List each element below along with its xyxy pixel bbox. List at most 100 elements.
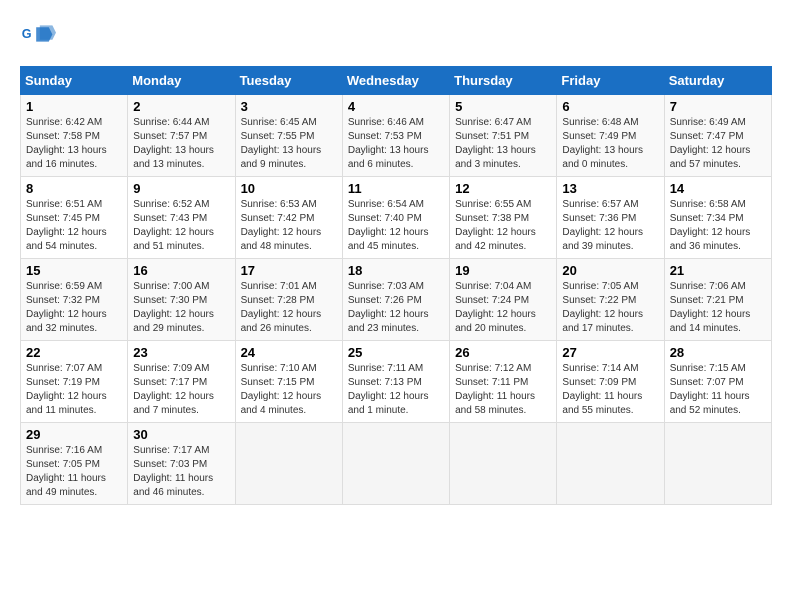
calendar-week-4: 22 Sunrise: 7:07 AM Sunset: 7:19 PM Dayl… xyxy=(21,341,772,423)
day-info: Sunrise: 7:09 AM Sunset: 7:17 PM Dayligh… xyxy=(133,362,229,418)
day-info: Sunrise: 6:54 AM Sunset: 7:40 PM Dayligh… xyxy=(348,198,444,254)
day-number: 14 xyxy=(670,181,766,196)
calendar-cell: 5 Sunrise: 6:47 AM Sunset: 7:51 PM Dayli… xyxy=(450,95,557,177)
day-number: 18 xyxy=(348,263,444,278)
day-info: Sunrise: 7:03 AM Sunset: 7:26 PM Dayligh… xyxy=(348,280,444,336)
calendar-cell: 20 Sunrise: 7:05 AM Sunset: 7:22 PM Dayl… xyxy=(557,259,664,341)
day-info: Sunrise: 6:47 AM Sunset: 7:51 PM Dayligh… xyxy=(455,116,551,172)
calendar-cell: 1 Sunrise: 6:42 AM Sunset: 7:58 PM Dayli… xyxy=(21,95,128,177)
weekday-header-monday: Monday xyxy=(128,67,235,95)
day-number: 20 xyxy=(562,263,658,278)
day-number: 15 xyxy=(26,263,122,278)
calendar-table: SundayMondayTuesdayWednesdayThursdayFrid… xyxy=(20,66,772,505)
calendar-cell: 7 Sunrise: 6:49 AM Sunset: 7:47 PM Dayli… xyxy=(664,95,771,177)
day-info: Sunrise: 6:53 AM Sunset: 7:42 PM Dayligh… xyxy=(241,198,337,254)
day-info: Sunrise: 7:00 AM Sunset: 7:30 PM Dayligh… xyxy=(133,280,229,336)
calendar-cell: 27 Sunrise: 7:14 AM Sunset: 7:09 PM Dayl… xyxy=(557,341,664,423)
day-info: Sunrise: 7:12 AM Sunset: 7:11 PM Dayligh… xyxy=(455,362,551,418)
day-info: Sunrise: 6:44 AM Sunset: 7:57 PM Dayligh… xyxy=(133,116,229,172)
day-info: Sunrise: 6:51 AM Sunset: 7:45 PM Dayligh… xyxy=(26,198,122,254)
day-info: Sunrise: 7:10 AM Sunset: 7:15 PM Dayligh… xyxy=(241,362,337,418)
day-number: 4 xyxy=(348,99,444,114)
calendar-cell: 15 Sunrise: 6:59 AM Sunset: 7:32 PM Dayl… xyxy=(21,259,128,341)
weekday-header-wednesday: Wednesday xyxy=(342,67,449,95)
day-info: Sunrise: 7:17 AM Sunset: 7:03 PM Dayligh… xyxy=(133,444,229,500)
calendar-cell xyxy=(450,423,557,505)
calendar-cell xyxy=(557,423,664,505)
calendar-cell: 25 Sunrise: 7:11 AM Sunset: 7:13 PM Dayl… xyxy=(342,341,449,423)
calendar-cell xyxy=(342,423,449,505)
day-info: Sunrise: 7:04 AM Sunset: 7:24 PM Dayligh… xyxy=(455,280,551,336)
day-number: 27 xyxy=(562,345,658,360)
calendar-cell: 13 Sunrise: 6:57 AM Sunset: 7:36 PM Dayl… xyxy=(557,177,664,259)
calendar-cell: 23 Sunrise: 7:09 AM Sunset: 7:17 PM Dayl… xyxy=(128,341,235,423)
day-number: 8 xyxy=(26,181,122,196)
day-info: Sunrise: 6:42 AM Sunset: 7:58 PM Dayligh… xyxy=(26,116,122,172)
weekday-header-friday: Friday xyxy=(557,67,664,95)
day-info: Sunrise: 7:06 AM Sunset: 7:21 PM Dayligh… xyxy=(670,280,766,336)
day-info: Sunrise: 6:52 AM Sunset: 7:43 PM Dayligh… xyxy=(133,198,229,254)
calendar-cell: 17 Sunrise: 7:01 AM Sunset: 7:28 PM Dayl… xyxy=(235,259,342,341)
calendar-cell: 29 Sunrise: 7:16 AM Sunset: 7:05 PM Dayl… xyxy=(21,423,128,505)
calendar-cell: 18 Sunrise: 7:03 AM Sunset: 7:26 PM Dayl… xyxy=(342,259,449,341)
calendar-week-3: 15 Sunrise: 6:59 AM Sunset: 7:32 PM Dayl… xyxy=(21,259,772,341)
day-number: 11 xyxy=(348,181,444,196)
day-info: Sunrise: 6:46 AM Sunset: 7:53 PM Dayligh… xyxy=(348,116,444,172)
logo-icon: G xyxy=(20,20,56,56)
day-info: Sunrise: 6:45 AM Sunset: 7:55 PM Dayligh… xyxy=(241,116,337,172)
weekday-header-saturday: Saturday xyxy=(664,67,771,95)
day-number: 25 xyxy=(348,345,444,360)
day-number: 13 xyxy=(562,181,658,196)
calendar-cell: 8 Sunrise: 6:51 AM Sunset: 7:45 PM Dayli… xyxy=(21,177,128,259)
day-info: Sunrise: 7:16 AM Sunset: 7:05 PM Dayligh… xyxy=(26,444,122,500)
weekday-header-thursday: Thursday xyxy=(450,67,557,95)
calendar-cell: 28 Sunrise: 7:15 AM Sunset: 7:07 PM Dayl… xyxy=(664,341,771,423)
calendar-cell: 21 Sunrise: 7:06 AM Sunset: 7:21 PM Dayl… xyxy=(664,259,771,341)
day-info: Sunrise: 6:57 AM Sunset: 7:36 PM Dayligh… xyxy=(562,198,658,254)
day-number: 22 xyxy=(26,345,122,360)
day-number: 3 xyxy=(241,99,337,114)
calendar-cell: 26 Sunrise: 7:12 AM Sunset: 7:11 PM Dayl… xyxy=(450,341,557,423)
calendar-cell xyxy=(664,423,771,505)
day-number: 5 xyxy=(455,99,551,114)
calendar-cell: 22 Sunrise: 7:07 AM Sunset: 7:19 PM Dayl… xyxy=(21,341,128,423)
day-number: 23 xyxy=(133,345,229,360)
day-info: Sunrise: 6:55 AM Sunset: 7:38 PM Dayligh… xyxy=(455,198,551,254)
calendar-cell: 16 Sunrise: 7:00 AM Sunset: 7:30 PM Dayl… xyxy=(128,259,235,341)
day-number: 30 xyxy=(133,427,229,442)
weekday-header-sunday: Sunday xyxy=(21,67,128,95)
day-info: Sunrise: 7:05 AM Sunset: 7:22 PM Dayligh… xyxy=(562,280,658,336)
day-info: Sunrise: 7:07 AM Sunset: 7:19 PM Dayligh… xyxy=(26,362,122,418)
day-number: 6 xyxy=(562,99,658,114)
day-number: 12 xyxy=(455,181,551,196)
calendar-week-1: 1 Sunrise: 6:42 AM Sunset: 7:58 PM Dayli… xyxy=(21,95,772,177)
weekday-header-tuesday: Tuesday xyxy=(235,67,342,95)
day-info: Sunrise: 6:48 AM Sunset: 7:49 PM Dayligh… xyxy=(562,116,658,172)
calendar-cell: 11 Sunrise: 6:54 AM Sunset: 7:40 PM Dayl… xyxy=(342,177,449,259)
day-info: Sunrise: 7:01 AM Sunset: 7:28 PM Dayligh… xyxy=(241,280,337,336)
day-number: 2 xyxy=(133,99,229,114)
day-number: 19 xyxy=(455,263,551,278)
day-number: 1 xyxy=(26,99,122,114)
calendar-cell: 10 Sunrise: 6:53 AM Sunset: 7:42 PM Dayl… xyxy=(235,177,342,259)
day-number: 29 xyxy=(26,427,122,442)
calendar-cell: 6 Sunrise: 6:48 AM Sunset: 7:49 PM Dayli… xyxy=(557,95,664,177)
calendar-cell: 4 Sunrise: 6:46 AM Sunset: 7:53 PM Dayli… xyxy=(342,95,449,177)
day-number: 28 xyxy=(670,345,766,360)
day-info: Sunrise: 6:49 AM Sunset: 7:47 PM Dayligh… xyxy=(670,116,766,172)
day-number: 16 xyxy=(133,263,229,278)
calendar-cell xyxy=(235,423,342,505)
day-info: Sunrise: 6:59 AM Sunset: 7:32 PM Dayligh… xyxy=(26,280,122,336)
calendar-week-5: 29 Sunrise: 7:16 AM Sunset: 7:05 PM Dayl… xyxy=(21,423,772,505)
calendar-cell: 2 Sunrise: 6:44 AM Sunset: 7:57 PM Dayli… xyxy=(128,95,235,177)
day-number: 9 xyxy=(133,181,229,196)
day-info: Sunrise: 7:15 AM Sunset: 7:07 PM Dayligh… xyxy=(670,362,766,418)
day-number: 21 xyxy=(670,263,766,278)
day-info: Sunrise: 6:58 AM Sunset: 7:34 PM Dayligh… xyxy=(670,198,766,254)
day-number: 17 xyxy=(241,263,337,278)
calendar-cell: 12 Sunrise: 6:55 AM Sunset: 7:38 PM Dayl… xyxy=(450,177,557,259)
header: G xyxy=(20,20,772,56)
calendar-cell: 24 Sunrise: 7:10 AM Sunset: 7:15 PM Dayl… xyxy=(235,341,342,423)
weekday-header-row: SundayMondayTuesdayWednesdayThursdayFrid… xyxy=(21,67,772,95)
day-number: 26 xyxy=(455,345,551,360)
